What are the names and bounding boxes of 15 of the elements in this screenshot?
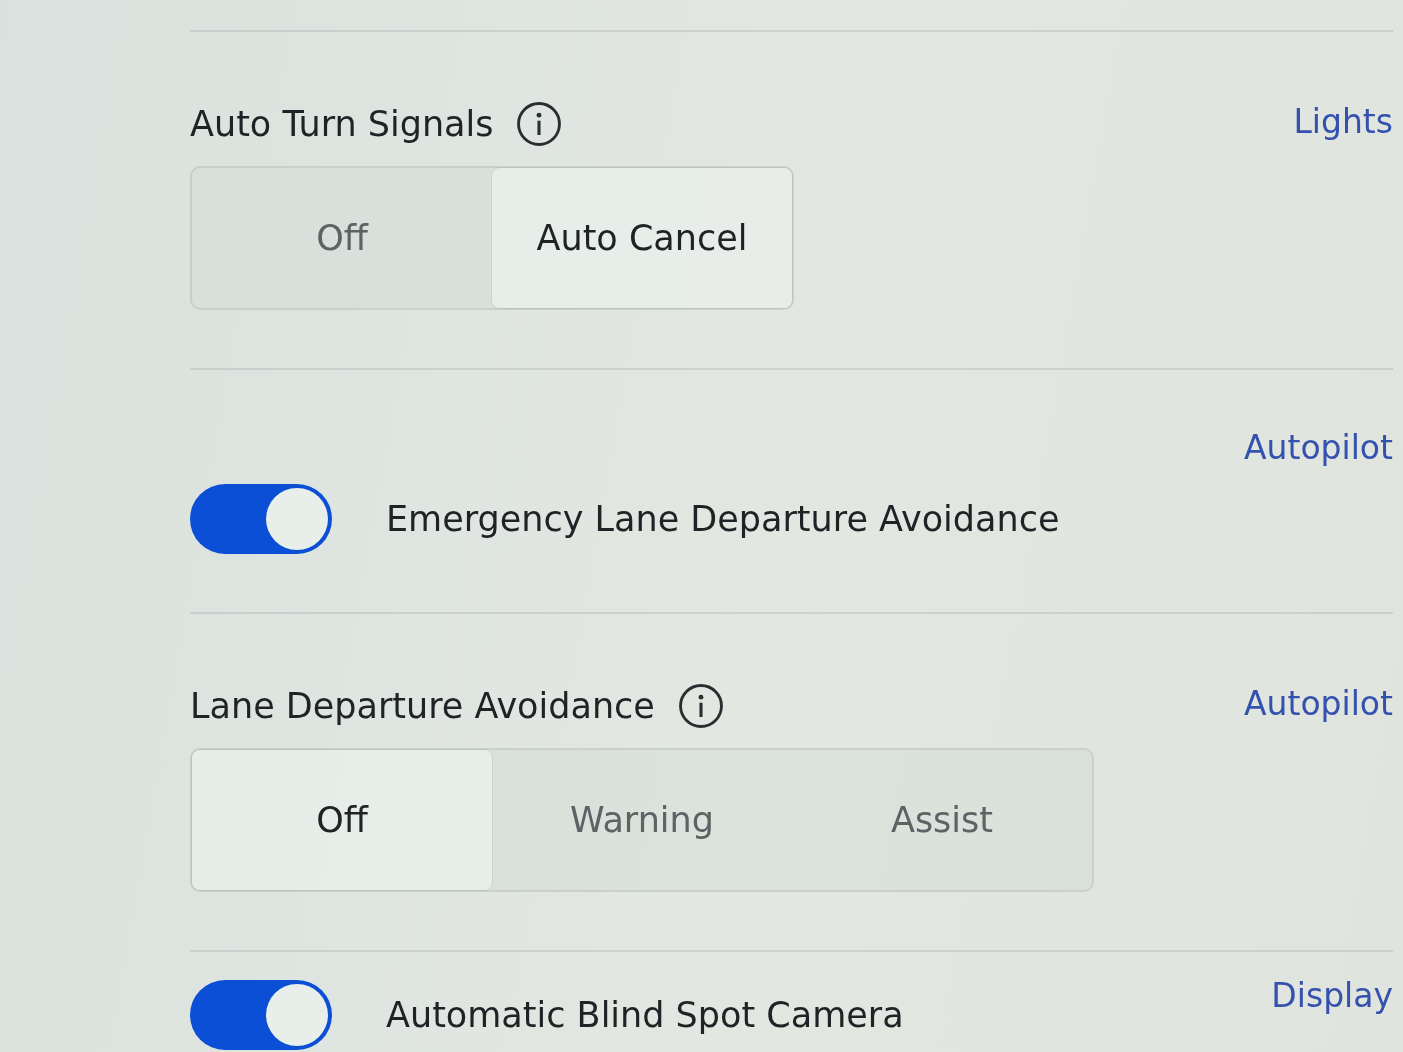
category-link[interactable]: Lights xyxy=(1293,100,1393,141)
category-link[interactable]: Autopilot xyxy=(1243,426,1393,467)
category-link[interactable]: Display xyxy=(1271,974,1393,1015)
setting-title: Emergency Lane Departure Avoidance xyxy=(386,499,1060,539)
segment-option[interactable]: Off xyxy=(192,168,492,308)
category-link[interactable]: Autopilot xyxy=(1243,682,1393,723)
setting-title: Auto Turn Signals xyxy=(190,104,494,144)
segment-option[interactable]: Warning xyxy=(492,750,792,890)
setting-title: Automatic Blind Spot Camera xyxy=(386,995,904,1035)
info-icon[interactable] xyxy=(678,684,723,728)
segment-option[interactable]: Off xyxy=(192,750,492,890)
segment-option[interactable]: Auto Cancel xyxy=(492,168,792,308)
segment-option[interactable]: Assist xyxy=(792,750,1092,890)
setting-title: Lane Departure Avoidance xyxy=(190,686,655,726)
info-icon[interactable] xyxy=(517,102,562,146)
